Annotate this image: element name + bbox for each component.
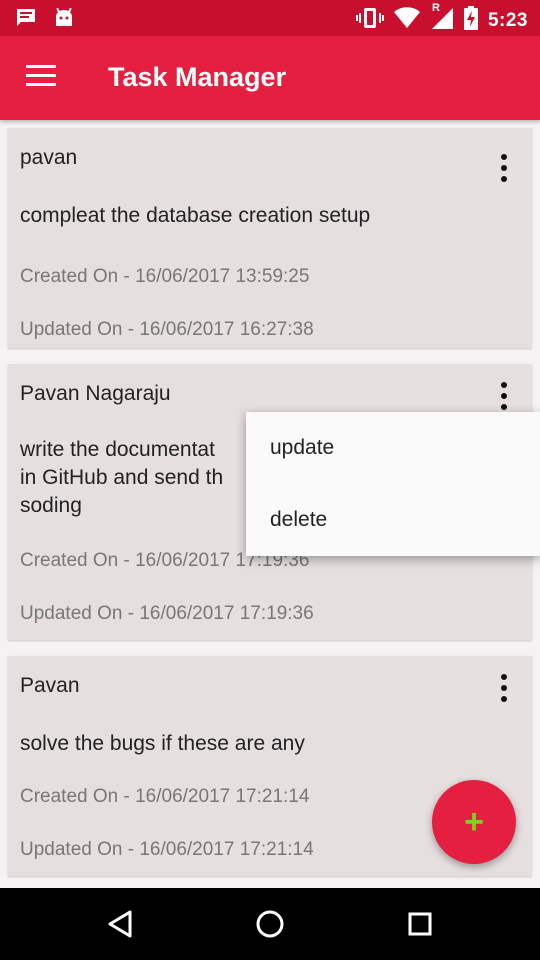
- delete-menu-item[interactable]: delete: [246, 484, 540, 556]
- more-options-icon[interactable]: [500, 674, 508, 702]
- task-name: Pavan: [20, 674, 80, 697]
- task-updated-date: Updated On - 16/06/2017 17:21:14: [20, 839, 314, 860]
- recents-icon[interactable]: [402, 906, 438, 942]
- battery-charging-icon: [463, 6, 478, 35]
- hamburger-menu-icon[interactable]: [26, 65, 56, 89]
- app-title: Task Manager: [108, 62, 287, 92]
- task-created-date: Created On - 16/06/2017 17:21:14: [20, 786, 310, 807]
- update-menu-item[interactable]: update: [246, 412, 540, 484]
- task-created-date: Created On - 16/06/2017 13:59:25: [20, 266, 310, 287]
- status-bar: R 5:23: [0, 0, 540, 36]
- plus-icon: +: [464, 803, 484, 841]
- android-icon: [52, 6, 76, 35]
- task-card[interactable]: pavan compleat the database creation set…: [8, 128, 532, 348]
- task-updated-date: Updated On - 16/06/2017 16:27:38: [20, 319, 314, 340]
- home-icon[interactable]: [252, 906, 288, 942]
- system-nav-bar: [0, 888, 540, 960]
- clock: 5:23: [487, 9, 528, 31]
- signal-icon: R: [430, 2, 454, 35]
- more-options-icon[interactable]: [500, 154, 508, 182]
- task-updated-date: Updated On - 16/06/2017 17:19:36: [20, 603, 314, 624]
- task-name: pavan: [20, 146, 78, 169]
- message-icon: [14, 6, 38, 35]
- app-bar: Task Manager: [0, 36, 540, 120]
- task-name: Pavan Nagaraju: [20, 382, 171, 405]
- roaming-label: R: [431, 2, 440, 14]
- back-icon[interactable]: [102, 906, 138, 942]
- task-options-menu: update delete: [246, 412, 540, 556]
- task-description: compleat the database creation setup: [20, 204, 371, 227]
- task-description: solve the bugs if these are any: [20, 732, 305, 755]
- more-options-icon[interactable]: [500, 382, 508, 410]
- wifi-icon: [393, 7, 420, 34]
- vibrate-icon: [355, 6, 384, 35]
- add-task-button[interactable]: +: [432, 780, 516, 864]
